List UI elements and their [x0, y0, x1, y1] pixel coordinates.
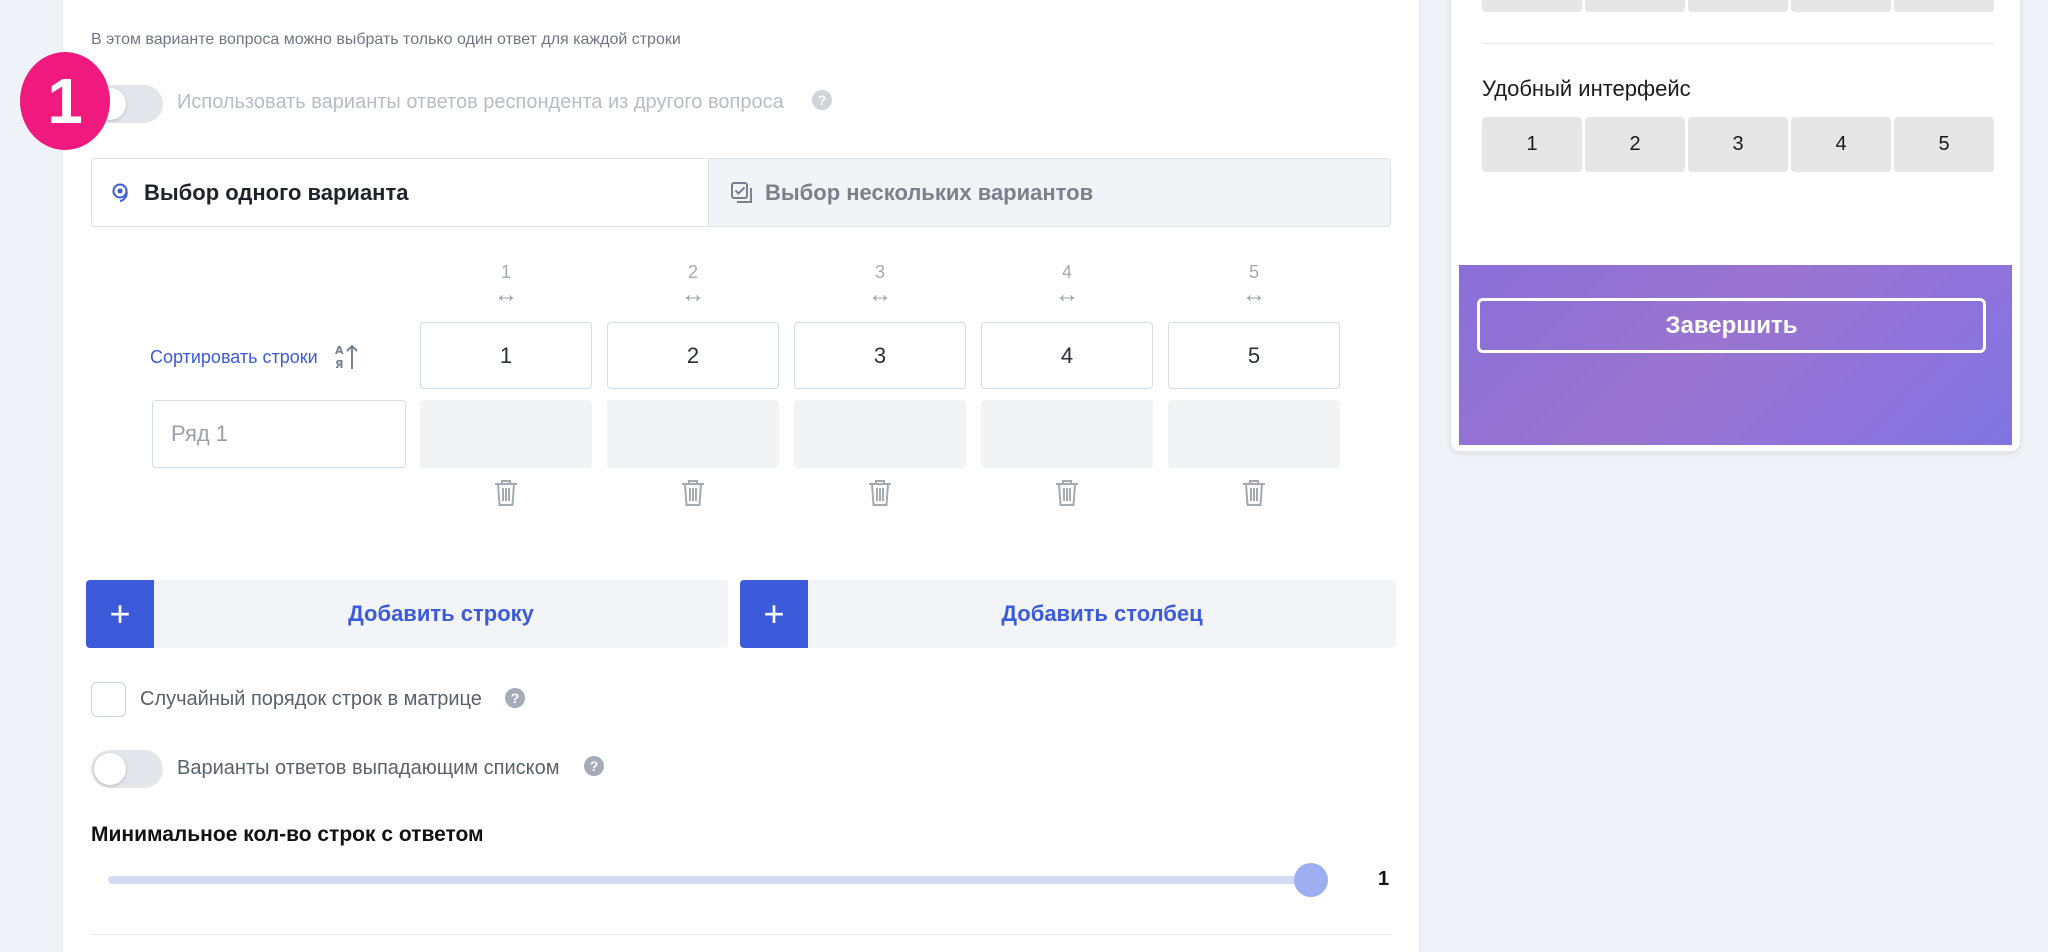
toggle-knob — [94, 753, 126, 785]
rating-option[interactable] — [1688, 0, 1788, 12]
tab-single-choice[interactable]: Выбор одного варианта — [92, 159, 708, 226]
dropdown-answers-toggle[interactable] — [91, 750, 163, 788]
rating-option-4[interactable]: 4 — [1791, 117, 1891, 172]
resize-arrows-icon[interactable]: ↔ — [420, 283, 592, 307]
column-header: 1 ↔ — [420, 262, 592, 307]
help-icon[interactable]: ? — [812, 90, 832, 110]
hint-text: В этом варианте вопроса можно выбрать то… — [91, 31, 681, 48]
resize-arrows-icon[interactable]: ↔ — [607, 283, 779, 307]
trash-icon[interactable] — [493, 479, 519, 507]
rating-option[interactable] — [1482, 0, 1582, 12]
tab-multi-label: Выбор нескольких вариантов — [765, 179, 1094, 205]
matrix-cell — [420, 400, 592, 468]
matrix-cell — [981, 400, 1153, 468]
sort-rows-label: Сортировать строки — [150, 346, 318, 367]
matrix-cell — [794, 400, 966, 468]
rating-option-2[interactable]: 2 — [1585, 117, 1685, 172]
column-header: 4 ↔ — [981, 262, 1153, 307]
use-other-answers-label: Использовать варианты ответов респондент… — [177, 91, 784, 113]
add-column-button[interactable]: + Добавить столбец — [740, 580, 1396, 648]
column-value-input[interactable]: 3 — [794, 322, 966, 389]
help-icon[interactable]: ? — [505, 688, 525, 708]
column-value-input[interactable]: 1 — [420, 322, 592, 389]
column-value-input[interactable]: 2 — [607, 322, 779, 389]
survey-preview: Удобный интерфейс 1 2 3 4 5 Завершить — [1450, 0, 2021, 452]
rating-option[interactable] — [1791, 0, 1891, 12]
matrix-cell — [1168, 400, 1340, 468]
column-header: 3 ↔ — [794, 262, 966, 307]
tab-single-label: Выбор одного варианта — [144, 179, 409, 205]
column-number: 5 — [1248, 262, 1259, 282]
trash-icon[interactable] — [867, 479, 893, 507]
random-order-label: Случайный порядок строк в матрице — [140, 688, 482, 710]
min-rows-title: Минимальное кол-во строк с ответом — [91, 823, 484, 846]
preview-footer — [1459, 265, 2012, 445]
rating-option-1[interactable]: 1 — [1482, 117, 1582, 172]
column-header: 2 ↔ — [607, 262, 779, 307]
resize-arrows-icon[interactable]: ↔ — [1168, 283, 1340, 307]
resize-arrows-icon[interactable]: ↔ — [794, 283, 966, 307]
plus-icon: + — [740, 580, 808, 648]
help-icon[interactable]: ? — [584, 756, 604, 776]
step-badge: 1 — [20, 52, 110, 150]
tab-multiple-choice[interactable]: Выбор нескольких вариантов — [708, 159, 1390, 226]
row-name-input[interactable]: Ряд 1 — [152, 400, 406, 468]
column-header: 5 ↔ — [1168, 262, 1340, 307]
rating-option[interactable] — [1894, 0, 1994, 12]
question-editor-panel — [62, 0, 1420, 952]
sort-alpha-icon: А Я — [335, 344, 358, 371]
add-column-label: Добавить столбец — [1001, 601, 1203, 626]
rating-option-5[interactable]: 5 — [1894, 117, 1994, 172]
column-number: 3 — [874, 262, 885, 282]
resize-arrows-icon[interactable]: ↔ — [981, 283, 1153, 307]
column-number: 2 — [687, 262, 698, 282]
column-number: 4 — [1061, 262, 1072, 282]
dropdown-answers-label: Варианты ответов выпадающим списком — [177, 757, 560, 779]
matrix-cell — [607, 400, 779, 468]
trash-icon[interactable] — [680, 479, 706, 507]
radio-target-icon — [112, 183, 128, 202]
add-row-label: Добавить строку — [348, 601, 534, 626]
preview-item-title: Удобный интерфейс — [1482, 76, 1691, 101]
answer-type-tabs: Выбор одного варианта Выбор нескольких в… — [91, 158, 1391, 227]
column-number: 1 — [500, 262, 511, 282]
plus-icon: + — [86, 580, 154, 648]
rating-option-3[interactable]: 3 — [1688, 117, 1788, 172]
column-value-input[interactable]: 5 — [1168, 322, 1340, 389]
rating-option[interactable] — [1585, 0, 1685, 12]
finish-button[interactable]: Завершить — [1477, 298, 1986, 353]
svg-text:А: А — [335, 344, 344, 357]
trash-icon[interactable] — [1054, 479, 1080, 507]
min-rows-value: 1 — [1378, 868, 1390, 890]
divider — [1482, 43, 1994, 44]
random-order-checkbox[interactable] — [91, 682, 126, 717]
column-value-input[interactable]: 4 — [981, 322, 1153, 389]
min-rows-slider-handle[interactable] — [1294, 863, 1328, 897]
divider — [91, 934, 1391, 935]
add-row-button[interactable]: + Добавить строку — [86, 580, 728, 648]
trash-icon[interactable] — [1241, 479, 1267, 507]
checkbox-stack-icon — [731, 181, 752, 203]
svg-text:Я: Я — [335, 358, 343, 371]
min-rows-slider-track[interactable] — [108, 876, 1328, 884]
sort-rows-button[interactable]: Сортировать строки А Я — [150, 343, 358, 371]
